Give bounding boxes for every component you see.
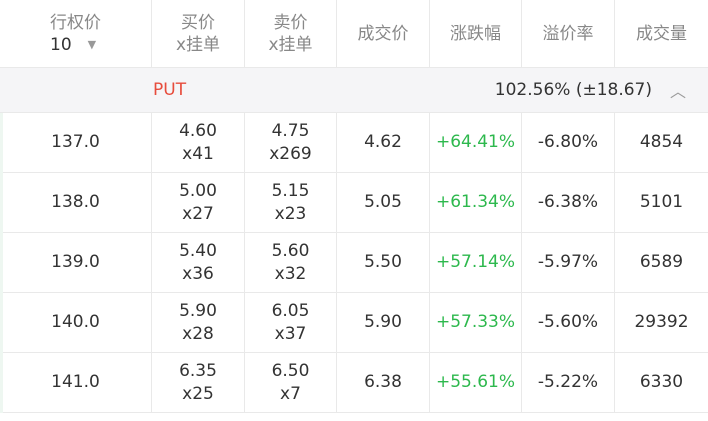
bid-cell[interactable]: 5.90 x28 [152,293,245,352]
volume-cell: 29392 [634,312,689,332]
chevron-up-icon[interactable]: ︿ [670,78,686,102]
last-price-cell: 6.38 [337,353,430,412]
volume-cell: 6330 [639,372,684,392]
volume-cell: 5101 [639,192,684,212]
table-row[interactable]: 138.0 5.00 x27 5.15 x23 5.05 +61.34% -6.38… [0,173,708,233]
premium-cell: -5.22% [522,353,615,412]
ask-cell[interactable]: 6.05 x37 [245,293,337,352]
table-row[interactable]: 140.0 5.90 x28 6.05 x37 5.90 +57.33% -5.60… [0,293,708,353]
chevron-down-icon: ▼ [87,37,97,51]
last-price-cell: 4.62 [337,113,430,172]
ask-title: 卖价 [273,12,308,33]
options-chain-table: 行权价 10 ▼ 买价 x挂单 卖价 x挂单 成交价 涨跌幅 溢价率 成交量 P… [0,0,708,421]
premium-cell: -6.80% [522,113,615,172]
volume-cell: 6589 [639,252,684,272]
strike-header: 行权价 10 ▼ [0,0,152,67]
change-cell: +57.14% [430,233,522,292]
premium-cell: -6.38% [522,173,615,232]
change-title: 涨跌幅 [450,23,501,44]
row-accent-bar [0,113,3,413]
bid-title: 买价 [181,12,215,33]
premium-cell: -5.60% [522,293,615,352]
bid-cell[interactable]: 4.60 x41 [152,113,245,172]
ask-cell[interactable]: 4.75 x269 [245,113,337,172]
last-price-cell: 5.90 [337,293,430,352]
strike-cell: 137.0 [0,113,152,172]
table-header: 行权价 10 ▼ 买价 x挂单 卖价 x挂单 成交价 涨跌幅 溢价率 成交量 [0,0,708,68]
bid-cell[interactable]: 6.35 x25 [152,353,245,412]
bid-subtitle: x挂单 [175,34,221,55]
change-cell: +55.61% [430,353,522,412]
strike-cell: 138.0 [0,173,152,232]
last-price-cell: 5.05 [337,173,430,232]
premium-header[interactable]: 溢价率 [522,0,615,67]
table-row[interactable]: 141.0 6.35 x25 6.50 x7 6.38 +55.61% -5.22%… [0,353,708,413]
strike-count-value: 10 [50,34,72,55]
change-cell: +57.33% [430,293,522,352]
bid-cell[interactable]: 5.40 x36 [152,233,245,292]
bid-header[interactable]: 买价 x挂单 [152,0,245,67]
strike-title: 行权价 [50,12,101,33]
change-cell: +64.41% [430,113,522,172]
volume-title: 成交量 [636,23,687,44]
premium-cell: -5.97% [522,233,615,292]
change-cell: +61.34% [430,173,522,232]
bid-cell[interactable]: 5.00 x27 [152,173,245,232]
ask-header[interactable]: 卖价 x挂单 [245,0,337,67]
volume-cell: 4854 [639,132,684,152]
ask-cell[interactable]: 5.60 x32 [245,233,337,292]
last-price-title: 成交价 [357,23,409,44]
strike-cell: 140.0 [0,293,152,352]
ask-cell[interactable]: 6.50 x7 [245,353,337,412]
implied-volatility: 102.56% (±18.67) [494,80,652,100]
put-section-header[interactable]: PUT 102.56% (±18.67) ︿ [0,68,708,113]
premium-title: 溢价率 [542,23,594,44]
volume-header[interactable]: 成交量 [615,0,708,67]
strike-count-select[interactable]: 10 ▼ [50,34,96,56]
table-row[interactable]: 139.0 5.40 x36 5.60 x32 5.50 +57.14% -5.97… [0,233,708,293]
ask-subtitle: x挂单 [268,34,313,55]
last-price-cell: 5.50 [337,233,430,292]
strike-cell: 139.0 [0,233,152,292]
ask-cell[interactable]: 5.15 x23 [245,173,337,232]
put-label: PUT [153,80,187,100]
change-header[interactable]: 涨跌幅 [430,0,522,67]
last-price-header[interactable]: 成交价 [337,0,430,67]
table-row[interactable]: 137.0 4.60 x41 4.75 x269 4.62 +64.41% -6.8… [0,113,708,173]
strike-cell: 141.0 [0,353,152,412]
